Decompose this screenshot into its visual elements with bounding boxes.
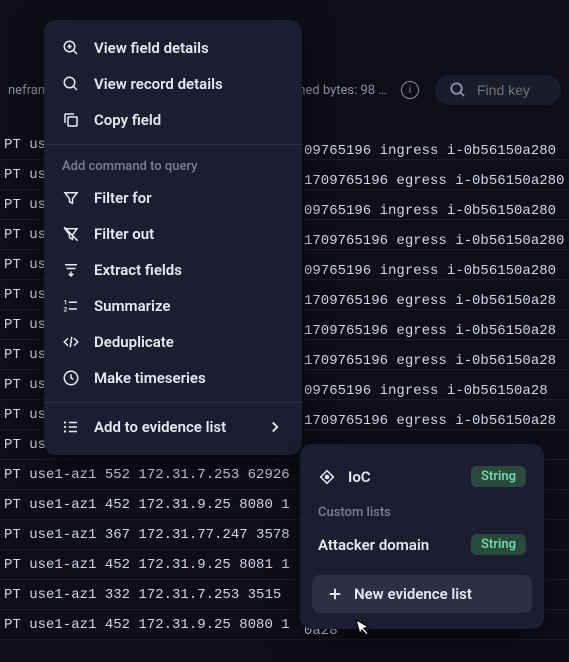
info-icon[interactable]: i [401, 81, 419, 99]
menu-label: Filter out [94, 225, 154, 243]
filter-for-item[interactable]: Filter for [44, 180, 302, 216]
search-input[interactable] [477, 82, 547, 98]
filter-out-icon [62, 225, 80, 243]
make-timeseries-item[interactable]: Make timeseries [44, 360, 302, 396]
svg-text:2: 2 [64, 305, 68, 313]
menu-label: Make timeseries [94, 369, 206, 387]
summarize-icon: 12 [62, 297, 80, 315]
summarize-item[interactable]: 12 Summarize [44, 288, 302, 324]
submenu-label: IoC [348, 468, 371, 486]
view-field-details-item[interactable]: View field details [44, 30, 302, 66]
menu-label: Extract fields [94, 261, 182, 279]
menu-label: Deduplicate [94, 333, 174, 351]
ioc-item[interactable]: IoC String [300, 456, 544, 497]
deduplicate-item[interactable]: Deduplicate [44, 324, 302, 360]
type-badge: String [471, 466, 526, 487]
copy-icon [62, 111, 80, 129]
view-record-details-item[interactable]: View record details [44, 66, 302, 102]
plus-icon [326, 585, 344, 603]
filter-out-item[interactable]: Filter out [44, 216, 302, 252]
new-evidence-button[interactable]: New evidence list [312, 575, 532, 613]
menu-label: View field details [94, 39, 209, 57]
scanned-bytes-label: ned bytes: 98 … [298, 83, 387, 98]
menu-divider [44, 402, 302, 403]
copy-field-item[interactable]: Copy field [44, 102, 302, 138]
menu-label: Add to evidence list [94, 418, 226, 436]
evidence-submenu: IoC String Custom lists Attacker domain … [300, 444, 544, 629]
submenu-label: Attacker domain [318, 536, 429, 554]
zoom-in-icon [62, 39, 80, 57]
extract-fields-item[interactable]: Extract fields [44, 252, 302, 288]
code-icon [62, 333, 80, 351]
clock-icon [62, 369, 80, 387]
menu-divider [44, 144, 302, 145]
button-label: New evidence list [354, 585, 472, 603]
menu-label: Summarize [94, 297, 170, 315]
diamond-icon [318, 468, 336, 486]
search-icon [62, 75, 80, 93]
custom-lists-title: Custom lists [300, 497, 544, 524]
menu-label: Filter for [94, 189, 152, 207]
search-icon [449, 81, 467, 99]
menu-label: Copy field [94, 111, 161, 129]
type-badge: String [471, 534, 526, 555]
extract-icon [62, 261, 80, 279]
filter-for-icon [62, 189, 80, 207]
menu-section-query: Add command to query [44, 151, 302, 180]
add-evidence-item[interactable]: Add to evidence list [44, 409, 302, 445]
list-add-icon [62, 418, 80, 436]
search-container[interactable] [435, 75, 561, 105]
menu-label: View record details [94, 75, 223, 93]
context-menu: View field details View record details C… [44, 20, 302, 455]
chevron-right-icon [266, 418, 284, 436]
attacker-domain-item[interactable]: Attacker domain String [300, 524, 544, 565]
